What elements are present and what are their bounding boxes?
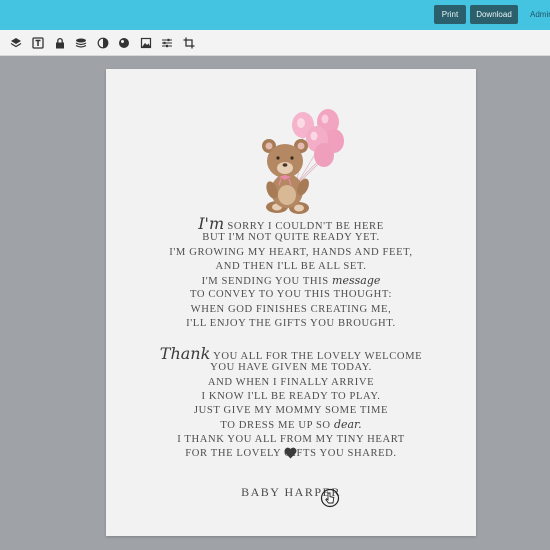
- poem-line: AND WHEN I FINALLY ARRIVE: [207, 376, 375, 388]
- stack-icon[interactable]: [75, 37, 87, 49]
- image-icon[interactable]: [140, 37, 152, 49]
- lock-icon[interactable]: [54, 37, 66, 49]
- poem-line: JUST GIVE MY MOMMY SOME TIME: [193, 405, 389, 417]
- poem-line: I'm SORRY I COULDN'T BE HERE: [106, 214, 476, 233]
- poem-line: YOU HAVE GIVEN ME TODAY.: [210, 362, 372, 374]
- poem-text: TO DRESS ME UP SO: [220, 420, 331, 432]
- poem-line: Thank YOU ALL FOR THE LOVELY WELCOME: [106, 344, 476, 363]
- poem-line: AND THEN I'LL BE ALL SET.: [215, 260, 367, 272]
- poem-line: I'M SENDING YOU THIS message: [106, 274, 476, 288]
- poem-text: I'M SENDING YOU THIS: [201, 276, 329, 288]
- contrast-icon[interactable]: [97, 37, 109, 49]
- script-word: dear.: [333, 418, 362, 432]
- layers-icon[interactable]: [10, 37, 22, 49]
- poem-line: I KNOW I'LL BE READY TO PLAY.: [201, 390, 381, 402]
- editor-toolbar: [0, 30, 550, 56]
- script-word: Thank: [159, 344, 211, 363]
- color-icon[interactable]: [118, 37, 130, 49]
- print-button[interactable]: Print: [434, 5, 466, 24]
- heart-icon: [284, 444, 297, 459]
- admin-link[interactable]: Admin: [530, 10, 550, 19]
- poem-stanza-1: I'm SORRY I COULDN'T BE HERE BUT I'M NOT…: [106, 214, 476, 331]
- bear-balloons-illustration: [246, 107, 346, 217]
- poem-line: I'M GROWING MY HEART, HANDS AND FEET,: [169, 246, 413, 258]
- script-word: message: [332, 274, 381, 288]
- poem-line: BUT I'M NOT QUITE READY YET.: [202, 232, 380, 244]
- poem-line: TO CONVEY TO YOU THIS THOUGHT:: [190, 289, 392, 301]
- text-icon[interactable]: [32, 37, 44, 49]
- poem-line: WHEN GOD FINISHES CREATING ME,: [190, 303, 392, 315]
- script-word: I'm: [198, 214, 225, 233]
- invitation-card: I'm SORRY I COULDN'T BE HERE BUT I'M NOT…: [106, 69, 476, 536]
- crop-icon[interactable]: [183, 37, 195, 49]
- hand-cursor-icon: [320, 488, 340, 508]
- signature: BABY HARPER: [241, 485, 341, 499]
- download-button[interactable]: Download: [470, 5, 518, 24]
- top-bar: Print Download Admin: [0, 0, 550, 30]
- poem-line: I'LL ENJOY THE GIFTS YOU BROUGHT.: [186, 318, 396, 330]
- adjust-icon[interactable]: [161, 37, 173, 49]
- poem-line: TO DRESS ME UP SO dear.: [106, 418, 476, 432]
